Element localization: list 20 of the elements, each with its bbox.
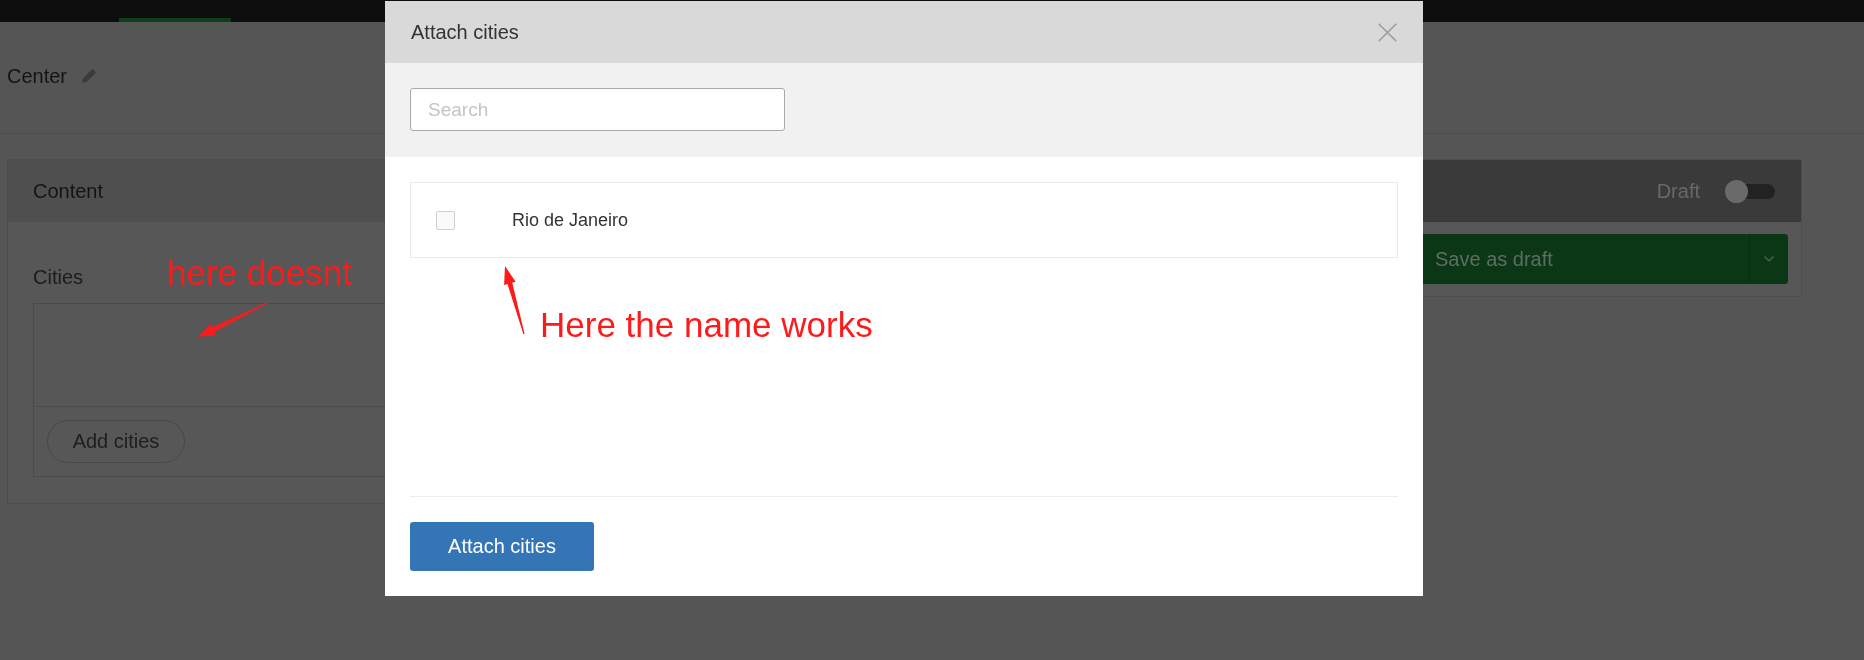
close-button[interactable] <box>1378 22 1397 42</box>
annotation-text: here doesnt <box>167 253 352 293</box>
pencil-icon[interactable] <box>82 68 98 83</box>
close-icon <box>1378 22 1397 42</box>
field-label: Cities <box>33 265 83 289</box>
dropdown-toggle-button[interactable] <box>1749 234 1788 284</box>
search-field[interactable]: Search <box>410 88 785 131</box>
draft-toggle[interactable] <box>1725 179 1775 203</box>
card-title: Content <box>33 179 104 203</box>
city-name: Rio de Janeiro <box>512 209 629 231</box>
annotation-arrow <box>198 302 268 337</box>
chevron-down-icon <box>1764 256 1774 262</box>
annotation-text: Here the name works <box>540 305 873 345</box>
annotation-arrow <box>504 266 525 335</box>
city-list-item[interactable]: Rio de Janeiro <box>410 182 1398 258</box>
page-title: Center <box>7 63 68 88</box>
checkbox[interactable] <box>436 210 455 230</box>
active-tab-indicator[interactable] <box>119 18 231 22</box>
attach-cities-button[interactable]: Attach cities <box>410 522 594 571</box>
modal-title: Attach cities <box>411 20 519 44</box>
